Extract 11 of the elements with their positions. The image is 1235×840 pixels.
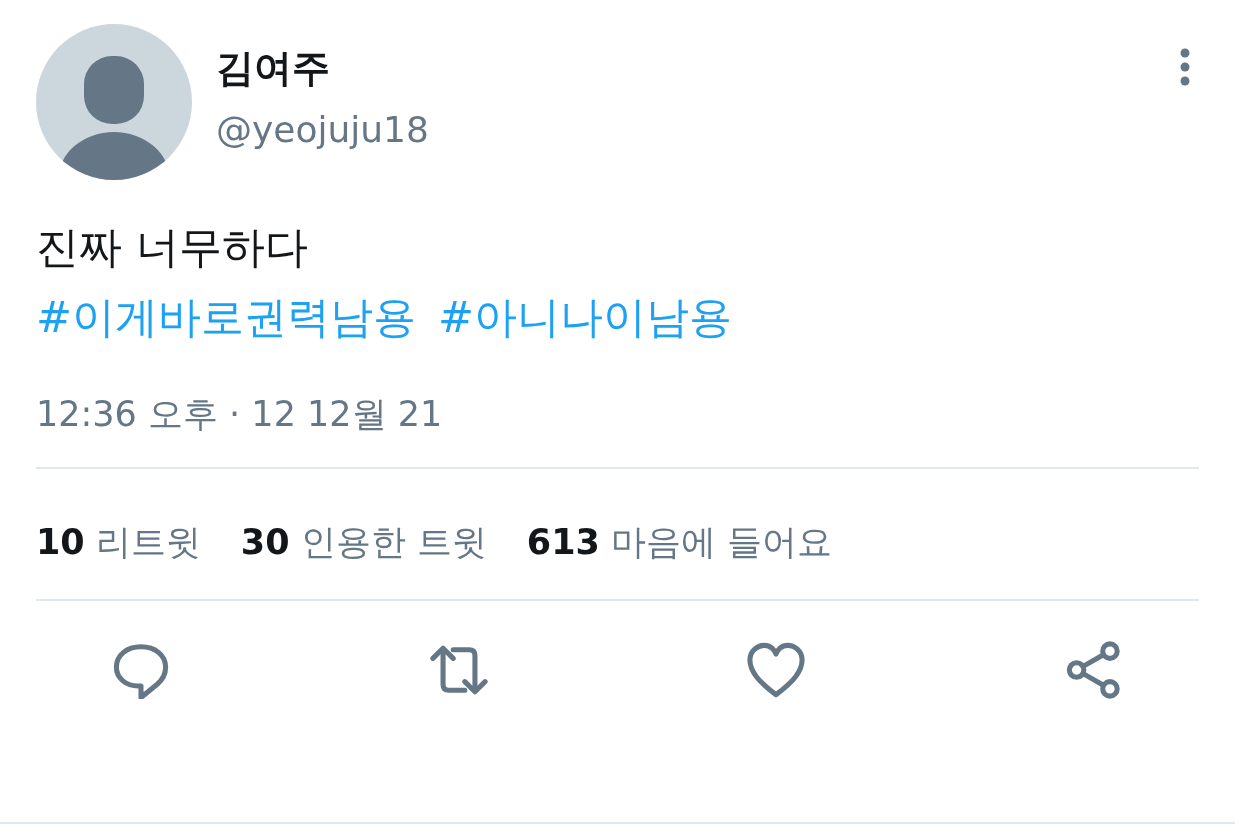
reply-icon[interactable] <box>112 641 170 700</box>
user-handle[interactable]: @yeojuju18 <box>216 107 1155 151</box>
tweet-text: 진짜 너무하다 <box>36 221 309 274</box>
stat-count[interactable]: 30 인용한 트윗 <box>240 521 487 564</box>
heart-icon[interactable] <box>747 641 806 700</box>
share-icon[interactable] <box>1064 641 1123 700</box>
stat-count[interactable]: 613 마음에 들어요 <box>526 521 833 564</box>
stat-count[interactable]: 10 리트윗 <box>36 521 201 564</box>
user-name[interactable]: 김여주 <box>216 46 1155 92</box>
timestamp: 12:36 오후 · 12 12월 21 <box>36 392 444 436</box>
more-options-icon[interactable] <box>1179 48 1191 86</box>
